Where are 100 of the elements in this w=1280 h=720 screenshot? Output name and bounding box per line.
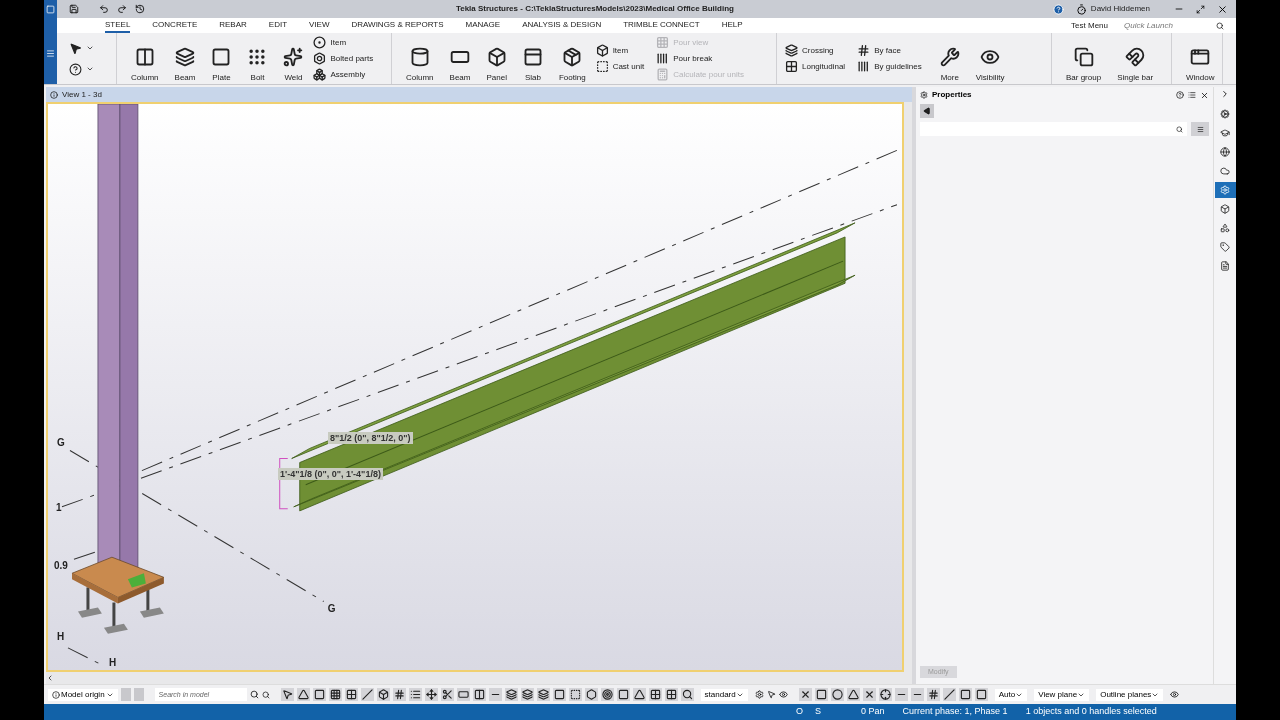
filter-dropdown[interactable]: standard: [700, 688, 748, 701]
circle-icon[interactable]: [830, 688, 844, 701]
cross-icon[interactable]: [862, 688, 876, 701]
ribbon-button[interactable]: Weld: [277, 35, 310, 82]
property-search-field[interactable]: [920, 122, 1187, 136]
close-icon[interactable]: [1217, 3, 1228, 15]
search-icon[interactable]: [1176, 125, 1183, 133]
close-icon[interactable]: [1200, 90, 1209, 100]
ribbon-button[interactable]: More: [933, 35, 966, 82]
zoom-icon[interactable]: [261, 690, 270, 699]
square-icon[interactable]: [974, 688, 988, 701]
back-button[interactable]: [920, 104, 934, 118]
layout-icon[interactable]: [1188, 91, 1196, 99]
scissors-icon[interactable]: [440, 688, 454, 701]
layers-icon[interactable]: [536, 688, 550, 701]
undo-icon[interactable]: [99, 4, 109, 14]
ribbon-button[interactable]: Longitudinal: [785, 60, 854, 73]
ribbon-button[interactable]: Bar group: [1060, 35, 1108, 82]
vertical-scrollbar[interactable]: [904, 102, 912, 672]
grid-icon[interactable]: [648, 688, 662, 701]
ribbon-button[interactable]: By guidelines: [857, 60, 930, 73]
ribbon-button[interactable]: Footing: [552, 35, 592, 82]
square-icon[interactable]: [552, 688, 566, 701]
menu-tab[interactable]: HELP: [721, 18, 743, 33]
history-icon[interactable]: [135, 4, 145, 14]
ribbon-button[interactable]: Slab: [516, 35, 549, 82]
origin-dropdown[interactable]: Model origin: [48, 688, 118, 701]
side-tool-button[interactable]: [1214, 182, 1236, 198]
menu-tab[interactable]: VIEW: [309, 18, 330, 33]
search-icon[interactable]: [1216, 21, 1224, 30]
ribbon-button[interactable]: Window: [1180, 35, 1221, 82]
app-menu-button[interactable]: [44, 33, 57, 84]
list-icon[interactable]: [408, 688, 422, 701]
ribbon-button[interactable]: Cast unit: [595, 60, 653, 73]
dots-icon[interactable]: [344, 688, 358, 701]
columns-icon[interactable]: [472, 688, 486, 701]
help-select-icon[interactable]: [69, 62, 82, 76]
ribbon-button[interactable]: Item: [595, 44, 653, 57]
ribbon-button[interactable]: Crossing: [785, 44, 854, 57]
scroll-left-icon[interactable]: [46, 674, 54, 682]
horizontal-scrollbar[interactable]: [46, 672, 912, 684]
menu-tab[interactable]: ANALYSIS & DESIGN: [522, 18, 602, 33]
ribbon-button[interactable]: Pour break: [656, 52, 752, 65]
pointer-icon[interactable]: [280, 688, 294, 701]
redo-icon[interactable]: [117, 4, 127, 14]
help-icon[interactable]: [1176, 91, 1184, 99]
crosshair-icon[interactable]: [878, 688, 892, 701]
test-menu[interactable]: Test Menu: [1071, 19, 1108, 32]
caret-icon[interactable]: [86, 44, 94, 52]
caret-icon[interactable]: [86, 65, 94, 73]
ribbon-button[interactable]: Bolt: [241, 35, 274, 82]
menu-tab[interactable]: EDIT: [268, 18, 288, 33]
hatch-icon[interactable]: [392, 688, 406, 701]
ribbon-button[interactable]: Bolted parts: [313, 52, 382, 65]
pointer-icon[interactable]: [766, 690, 776, 699]
menu-tab[interactable]: DRAWINGS & REPORTS: [351, 18, 444, 33]
snap-dropdown[interactable]: View plane: [1034, 688, 1090, 701]
list-button[interactable]: [1191, 122, 1209, 136]
triangle-icon[interactable]: [632, 688, 646, 701]
triangle-icon[interactable]: [846, 688, 860, 701]
gear-icon[interactable]: [754, 690, 764, 699]
square-icon[interactable]: [616, 688, 630, 701]
square-icon[interactable]: [958, 688, 972, 701]
ribbon-button[interactable]: Plate: [205, 35, 238, 82]
magnifier-icon[interactable]: [680, 688, 694, 701]
eye-icon[interactable]: [778, 690, 788, 699]
menu-tab[interactable]: TRIMBLE CONNECT: [623, 18, 700, 33]
ribbon-button[interactable]: Beam: [168, 35, 202, 82]
expand-icon[interactable]: [1220, 89, 1230, 99]
square-icon[interactable]: [312, 688, 326, 701]
grid-icon[interactable]: [328, 688, 342, 701]
ribbon-button[interactable]: By face: [857, 44, 930, 57]
ribbon-button[interactable]: Item: [313, 36, 382, 49]
ribbon-button[interactable]: Column: [125, 35, 165, 82]
ribbon-button[interactable]: Column: [400, 35, 440, 82]
cube-icon[interactable]: [376, 688, 390, 701]
target-icon[interactable]: [600, 688, 614, 701]
ribbon-button[interactable]: Panel: [480, 35, 513, 82]
menu-tab[interactable]: CONCRETE: [152, 18, 198, 33]
menu-tab[interactable]: REBAR: [219, 18, 247, 33]
triangle-icon[interactable]: [296, 688, 310, 701]
ribbon-button[interactable]: Visibility: [969, 35, 1011, 82]
snap-dropdown[interactable]: Auto: [994, 688, 1028, 701]
search-icon[interactable]: [249, 690, 259, 699]
hexagon-icon[interactable]: [584, 688, 598, 701]
cross-box-icon[interactable]: [798, 688, 812, 701]
ribbon-button[interactable]: Beam: [443, 35, 477, 82]
frame-icon[interactable]: [456, 688, 470, 701]
save-icon[interactable]: [69, 4, 79, 14]
eye-icon[interactable]: [1170, 690, 1180, 699]
square-icon[interactable]: [814, 688, 828, 701]
layers-icon[interactable]: [520, 688, 534, 701]
pointer-icon[interactable]: [69, 41, 82, 55]
menu-tab[interactable]: MANAGE: [465, 18, 501, 33]
line-icon[interactable]: [360, 688, 374, 701]
ribbon-button[interactable]: Assembly: [313, 68, 382, 81]
restore-icon[interactable]: [1196, 4, 1205, 14]
grid-icon[interactable]: [664, 688, 678, 701]
layers-icon[interactable]: [504, 688, 518, 701]
snap-dropdown[interactable]: Outline planes: [1096, 688, 1164, 701]
